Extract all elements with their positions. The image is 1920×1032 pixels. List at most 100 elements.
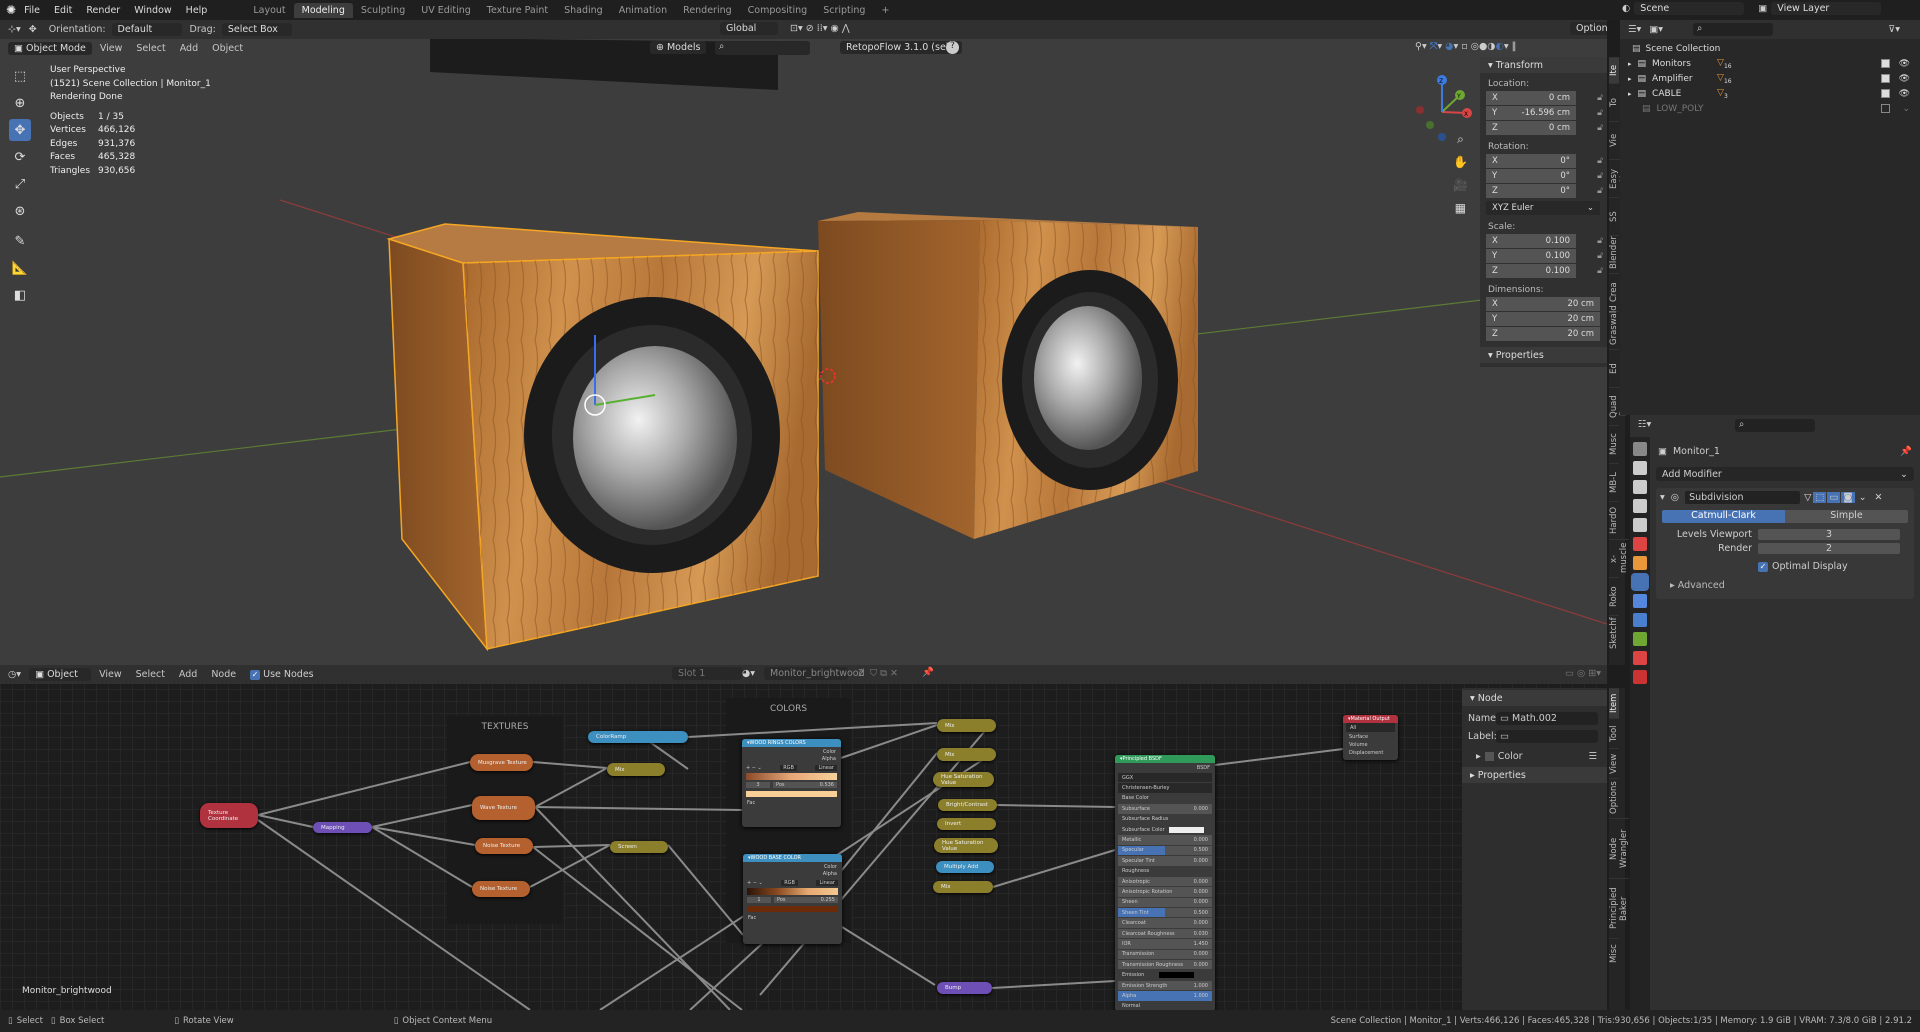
workspace-tab-sculpting[interactable]: Sculpting: [353, 3, 413, 18]
workspace-tab-animation[interactable]: Animation: [611, 3, 675, 18]
eye-icon[interactable]: 👁︎: [1899, 59, 1910, 69]
material-actions-icons[interactable]: ⛉ ⧉ ✕: [870, 668, 898, 679]
menu-edit[interactable]: Edit: [54, 5, 72, 16]
bsdf-input-row[interactable]: Transmission 0.000: [1118, 949, 1212, 960]
node-view-icons[interactable]: ▭ ◎ ⊞▾: [1565, 668, 1601, 679]
node-mix-2[interactable]: Mix: [937, 748, 996, 761]
scene-icon[interactable]: ◐: [1622, 3, 1630, 14]
node-hue-saturation-value-2[interactable]: Hue Saturation Value: [934, 838, 998, 853]
workspace-tab--[interactable]: +: [873, 3, 897, 18]
eye-icon[interactable]: 👁︎: [1899, 74, 1910, 84]
properties-tab-icon[interactable]: [1633, 480, 1647, 494]
pivot-snap-icons[interactable]: ⊡▾ ⊘ ⁞⁞▾ ◉ ⋀: [790, 23, 850, 34]
properties-tab-icon[interactable]: [1633, 632, 1647, 646]
node-menu-add[interactable]: Add: [179, 669, 197, 680]
subsurface-method-dropdown[interactable]: Christensen-Burley: [1118, 783, 1212, 793]
outliner-item[interactable]: ▸ ▤ CABLE ▽3 👁︎: [1620, 86, 1920, 101]
measure-tool-icon[interactable]: 📐: [9, 257, 31, 279]
bsdf-input-row[interactable]: Sheen Tint 0.500: [1118, 908, 1212, 918]
properties-panel-header[interactable]: ▾ Properties: [1480, 347, 1607, 363]
expand-arrow-icon[interactable]: ▸: [1628, 60, 1632, 68]
chevron-down-icon[interactable]: ⌄: [1859, 492, 1867, 503]
slot-dropdown[interactable]: Slot 1: [672, 667, 742, 680]
collection-dropdown[interactable]: ⊕ Models: [650, 41, 707, 54]
exclude-checkbox[interactable]: [1881, 74, 1890, 83]
node-tab-tool[interactable]: Tool: [1609, 718, 1619, 748]
outliner-item[interactable]: ▤ LOW_POLY ⌄: [1620, 101, 1920, 116]
menu-render[interactable]: Render: [86, 5, 120, 16]
expand-arrow-icon[interactable]: ▸: [1628, 90, 1632, 98]
color-ramp-gradient[interactable]: [747, 888, 838, 895]
view-layer-icon[interactable]: ▣: [1758, 3, 1767, 14]
display-mode-icon[interactable]: ☰▾: [1628, 24, 1641, 35]
node-wood-base-color[interactable]: ▾ WOOD BASE COLOR Color Alpha + − ⌄ RGB Lin…: [743, 854, 842, 944]
optimal-display-checkbox[interactable]: ✓: [1758, 561, 1768, 572]
bsdf-input-row[interactable]: IOR 1.450: [1118, 939, 1212, 949]
search-input[interactable]: ⌕: [715, 41, 810, 55]
material-users-count[interactable]: 2: [858, 668, 864, 679]
properties-tab-icon[interactable]: [1633, 537, 1647, 551]
properties-tab-icon[interactable]: [1633, 670, 1647, 684]
node-mix-3[interactable]: Mix: [933, 881, 993, 893]
viewport-menu-add[interactable]: Add: [180, 43, 198, 54]
transform-tool-icon[interactable]: ⊛: [9, 200, 31, 222]
pan-hand-icon[interactable]: ✋: [1453, 151, 1468, 174]
workspace-tab-rendering[interactable]: Rendering: [675, 3, 740, 18]
node-tab-principled-baker[interactable]: Principled Baker: [1609, 878, 1629, 938]
rotation-y-field[interactable]: Y 0°: [1486, 169, 1576, 183]
workspace-tab-compositing[interactable]: Compositing: [740, 3, 816, 18]
workspace-tab-modeling[interactable]: Modeling: [293, 2, 353, 18]
node-tab-options[interactable]: Options: [1609, 778, 1619, 818]
add-modifier-dropdown[interactable]: Add Modifier ⌄: [1656, 467, 1914, 481]
node-screen[interactable]: Screen: [610, 841, 668, 853]
use-nodes-checkbox[interactable]: ✓: [250, 669, 261, 680]
node-material-output[interactable]: ▾ Material Output All Surface Volume Displ…: [1343, 715, 1398, 760]
sidebar-tab-ss[interactable]: SS: [1609, 197, 1619, 235]
filter-type-icon[interactable]: ▣▾: [1649, 24, 1663, 35]
retopoflow-dropdown[interactable]: RetopoFlow 3.1.0 (self): [840, 41, 962, 54]
sidebar-tab-graswald[interactable]: Graswald: [1609, 305, 1619, 349]
node-bump[interactable]: Bump: [937, 982, 992, 994]
node-texture-coordinate[interactable]: Texture Coordinate: [200, 803, 258, 828]
bsdf-output-socket[interactable]: BSDF: [1115, 763, 1215, 773]
dimensions-x-field[interactable]: X 20 cm: [1486, 297, 1600, 311]
bsdf-input-row[interactable]: Normal: [1118, 1002, 1212, 1010]
levels-viewport-field[interactable]: 3: [1758, 529, 1900, 540]
transform-orientation-dropdown[interactable]: Global: [720, 22, 778, 35]
properties-tab-icon[interactable]: [1633, 613, 1647, 627]
node-tab-node-wrangler[interactable]: Node Wrangler: [1609, 818, 1629, 878]
viewport-menu-view[interactable]: View: [100, 43, 123, 54]
ortho-grid-icon[interactable]: ▦: [1453, 197, 1468, 220]
properties-tab-icon[interactable]: [1633, 556, 1647, 570]
node-label-field[interactable]: ▭: [1496, 730, 1598, 743]
edit-cage-icon[interactable]: ▽: [1804, 492, 1811, 503]
properties-tab-icon[interactable]: [1631, 573, 1649, 591]
workspace-tab-shading[interactable]: Shading: [556, 3, 611, 18]
sidebar-tab-ed[interactable]: Ed: [1609, 349, 1619, 387]
simple-button[interactable]: Simple: [1785, 510, 1908, 523]
bsdf-input-row[interactable]: Anisotropic 0.000: [1118, 876, 1212, 887]
node-tab-item[interactable]: Item: [1609, 688, 1619, 718]
annotate-tool-icon[interactable]: ✎: [9, 230, 31, 252]
viewport-menu-object[interactable]: Object: [212, 43, 243, 54]
bsdf-input-row[interactable]: Metallic 0.000: [1118, 835, 1212, 845]
rotation-mode-dropdown[interactable]: XYZ Euler ⌄: [1486, 201, 1600, 215]
lock-icon[interactable]: 🔓︎: [1597, 156, 1603, 166]
properties-tab-icon[interactable]: [1633, 461, 1647, 475]
location-y-field[interactable]: Y -16.596 cm: [1486, 106, 1576, 120]
bsdf-input-row[interactable]: Subsurface Radius: [1118, 815, 1212, 824]
location-z-field[interactable]: Z 0 cm: [1486, 121, 1576, 135]
node-colorramp[interactable]: ColorRamp: [588, 731, 688, 743]
outliner-item[interactable]: ▸ ▤ Monitors ▽16 👁︎: [1620, 56, 1920, 71]
workspace-tab-uv-editing[interactable]: UV Editing: [413, 3, 479, 18]
properties-tab-icon[interactable]: [1633, 442, 1647, 456]
sidebar-tab-hardo[interactable]: HardO: [1609, 501, 1619, 539]
properties-search-input[interactable]: ⌕: [1735, 419, 1815, 432]
tool-settings-icon[interactable]: ⊹▾: [8, 24, 21, 35]
expand-arrow-icon[interactable]: ▸: [1628, 75, 1632, 83]
node-noise-texture-2[interactable]: Noise Texture: [472, 881, 530, 897]
bsdf-input-row[interactable]: Specular 0.500: [1118, 845, 1212, 856]
lock-icon[interactable]: 🔓︎: [1597, 108, 1603, 118]
color-presets-icon[interactable]: ☰: [1588, 751, 1597, 762]
outliner-search-input[interactable]: ⌕: [1693, 23, 1774, 36]
